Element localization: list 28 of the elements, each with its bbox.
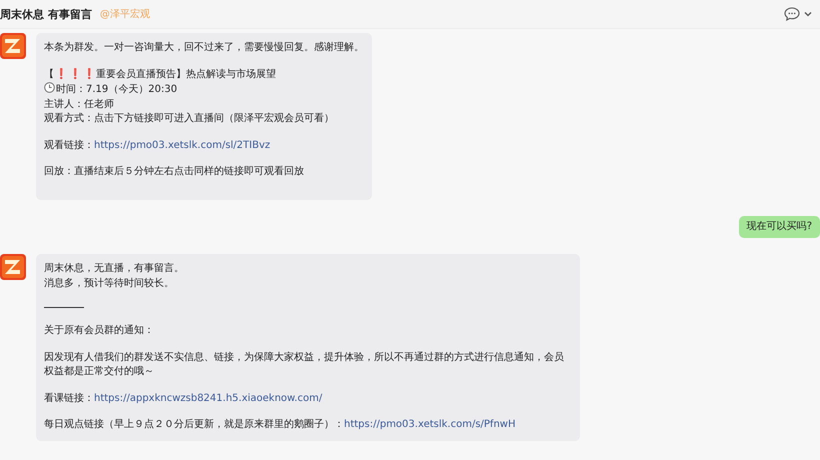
- chevron-down-icon[interactable]: [804, 11, 812, 17]
- message-text: 观看方式：点击下方链接即可进入直播间（限泽平宏观会员可看）: [44, 112, 335, 126]
- exclamation-icon: ❗: [54, 68, 68, 80]
- message-text: 每日观点链接（早上９点２０分后更新，就是原来群里的鹅圈子）：: [44, 419, 344, 430]
- message-bubble: 现在可以买吗?: [738, 216, 820, 238]
- chat-title: 周末休息 有事留言: [0, 6, 92, 22]
- chat-bubble-icon[interactable]: [784, 7, 800, 21]
- url-link[interactable]: https://appxkncwzsb8241.h5.xiaoeknow.com/: [94, 392, 322, 404]
- avatar-icon[interactable]: [0, 254, 26, 280]
- message-text: 回放：直播结束后５分钟左右点击同样的链接即可观看回放: [44, 165, 305, 179]
- message-text: 关于原有会员群的通知：: [44, 324, 155, 338]
- message-text: 周末休息，无直播，有事留言。: [44, 262, 185, 276]
- avatar-icon[interactable]: [0, 33, 26, 59]
- exclamation-icon: ❗: [68, 68, 82, 80]
- bracket-text: 【: [44, 68, 54, 80]
- separator-line: [44, 307, 84, 308]
- exclamation-icon: ❗: [82, 68, 96, 80]
- clock-icon: [44, 82, 55, 93]
- message-text: 时间：7.19（今天）20:30: [56, 84, 178, 95]
- url-link[interactable]: https://pmo03.xetslk.com/sl/2TIBvz: [94, 140, 270, 150]
- message-text: 主讲人：任老师: [44, 98, 115, 112]
- message-text: 观看链接：: [44, 140, 94, 150]
- message-text: 因发现有人借我们的群发送不实信息、链接，为保障大家权益，提升体验，所以不再通过群的方式进行信息通知，会员权益都是正常交付的哦～: [44, 350, 565, 379]
- message-text: 消息多，预计等待时间较长。: [44, 276, 175, 290]
- message-text: 本条为群发。一对一咨询量大，回不过来了，需要慢慢回复。感谢理解。: [44, 41, 364, 55]
- url-link[interactable]: https://pmo03.xetslk.com/s/PfnwH: [344, 419, 516, 430]
- message-text: 看课链接：: [44, 392, 94, 404]
- message-text: 重要会员直播预告】热点解读与市场展望: [96, 68, 276, 80]
